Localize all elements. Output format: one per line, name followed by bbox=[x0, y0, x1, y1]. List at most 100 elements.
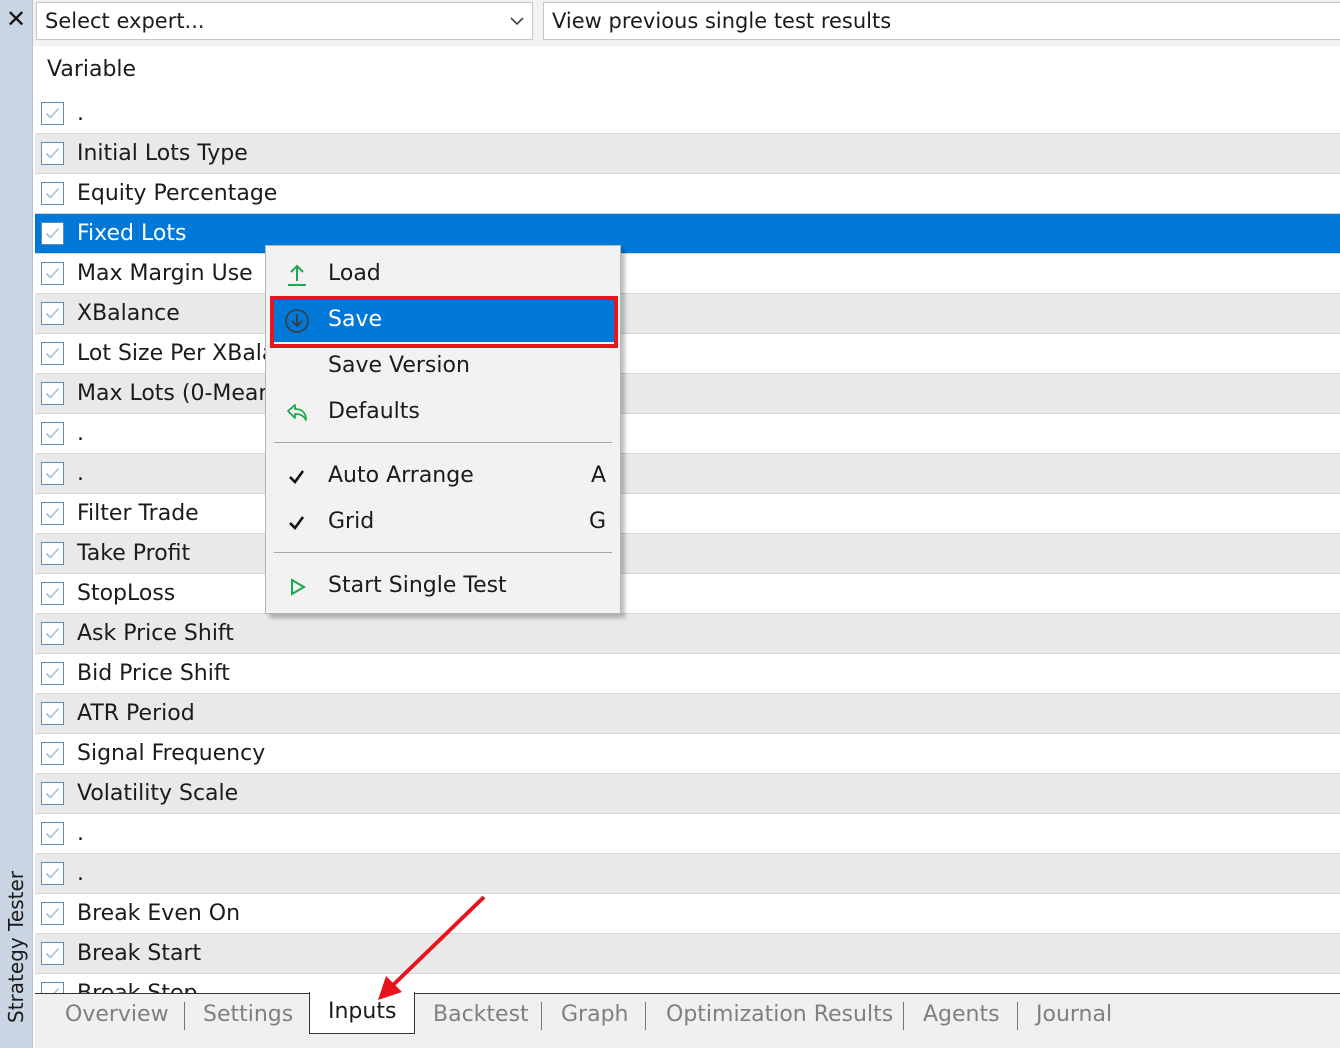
menu-item-grid[interactable]: Grid G bbox=[272, 500, 614, 544]
table-row[interactable]: StopLoss bbox=[35, 574, 1340, 614]
variable-name: . bbox=[77, 861, 84, 886]
tab-journal[interactable]: Journal bbox=[1036, 998, 1112, 1032]
row-checkbox[interactable] bbox=[41, 622, 64, 645]
menu-item-defaults[interactable]: Defaults bbox=[272, 390, 614, 434]
view-previous-label: View previous single test results bbox=[552, 9, 892, 33]
variable-name: XBalance bbox=[77, 301, 180, 326]
row-checkbox[interactable] bbox=[41, 102, 64, 125]
table-row[interactable]: . bbox=[35, 854, 1340, 894]
checkmark-icon bbox=[289, 516, 305, 530]
close-icon[interactable]: ✕ bbox=[3, 6, 29, 32]
row-checkbox[interactable] bbox=[41, 782, 64, 805]
row-checkbox[interactable] bbox=[41, 662, 64, 685]
checkmark-icon bbox=[289, 470, 305, 484]
checkmark-icon bbox=[45, 747, 60, 759]
row-checkbox[interactable] bbox=[41, 702, 64, 725]
panel-title: Strategy Tester bbox=[2, 862, 30, 1032]
expert-select[interactable]: Select expert... bbox=[36, 2, 533, 40]
tab-overview[interactable]: Overview bbox=[65, 998, 169, 1032]
chevron-down-icon bbox=[510, 17, 524, 26]
tab-separator bbox=[541, 1002, 542, 1030]
inputs-grid: Variable . Initial Lots Type Equity Percen… bbox=[35, 46, 1340, 998]
row-checkbox[interactable] bbox=[41, 182, 64, 205]
table-row[interactable]: Max Lots (0-Means bbox=[35, 374, 1340, 414]
table-row[interactable]: ATR Period bbox=[35, 694, 1340, 734]
variable-name: Fixed Lots bbox=[77, 221, 187, 246]
checkmark-icon bbox=[45, 507, 60, 519]
table-row[interactable]: Max Margin Use bbox=[35, 254, 1340, 294]
table-row[interactable]: Break Start bbox=[35, 934, 1340, 974]
table-row[interactable]: Take Profit bbox=[35, 534, 1340, 574]
table-row[interactable]: . bbox=[35, 94, 1340, 134]
checkmark-icon bbox=[45, 467, 60, 479]
variable-name: Ask Price Shift bbox=[77, 621, 234, 646]
row-checkbox[interactable] bbox=[41, 462, 64, 485]
table-row[interactable]: XBalance bbox=[35, 294, 1340, 334]
variable-name: . bbox=[77, 101, 84, 126]
row-checkbox[interactable] bbox=[41, 382, 64, 405]
row-checkbox[interactable] bbox=[41, 582, 64, 605]
menu-item-load[interactable]: Load bbox=[272, 252, 614, 296]
table-row[interactable]: . bbox=[35, 814, 1340, 854]
row-checkbox[interactable] bbox=[41, 902, 64, 925]
table-row[interactable]: . bbox=[35, 414, 1340, 454]
variable-name: ATR Period bbox=[77, 701, 195, 726]
tab-settings[interactable]: Settings bbox=[203, 998, 293, 1032]
variable-name: Signal Frequency bbox=[77, 741, 266, 766]
checkmark-icon bbox=[45, 947, 60, 959]
row-checkbox[interactable] bbox=[41, 142, 64, 165]
checkmark-icon bbox=[45, 187, 60, 199]
menu-item-save-version[interactable]: Save Version bbox=[272, 344, 614, 388]
tab-agents[interactable]: Agents bbox=[923, 998, 1000, 1032]
checkmark-icon bbox=[45, 147, 60, 159]
row-checkbox[interactable] bbox=[41, 942, 64, 965]
row-checkbox[interactable] bbox=[41, 422, 64, 445]
row-checkbox[interactable] bbox=[41, 862, 64, 885]
checkmark-icon bbox=[45, 227, 60, 239]
table-row[interactable]: Equity Percentage bbox=[35, 174, 1340, 214]
table-row[interactable]: Bid Price Shift bbox=[35, 654, 1340, 694]
checkmark-icon bbox=[45, 267, 60, 279]
checkmark-icon bbox=[45, 587, 60, 599]
column-header-variable[interactable]: Variable bbox=[35, 46, 1340, 94]
menu-item-label: Load bbox=[328, 261, 381, 286]
row-checkbox[interactable] bbox=[41, 262, 64, 285]
upload-icon bbox=[288, 264, 306, 286]
menu-item-auto-arrange[interactable]: Auto Arrange A bbox=[272, 454, 614, 498]
row-checkbox[interactable] bbox=[41, 742, 64, 765]
row-checkbox[interactable] bbox=[41, 222, 64, 245]
variable-name: . bbox=[77, 461, 84, 486]
table-row[interactable]: Volatility Scale bbox=[35, 774, 1340, 814]
variable-name: Filter Trade bbox=[77, 501, 199, 526]
row-checkbox[interactable] bbox=[41, 342, 64, 365]
menu-item-start-single-test[interactable]: Start Single Test bbox=[272, 564, 614, 608]
checkmark-icon bbox=[45, 707, 60, 719]
variable-name: Initial Lots Type bbox=[77, 141, 248, 166]
variable-name: Equity Percentage bbox=[77, 181, 278, 206]
table-row[interactable]: Ask Price Shift bbox=[35, 614, 1340, 654]
table-row[interactable]: . bbox=[35, 454, 1340, 494]
row-checkbox[interactable] bbox=[41, 502, 64, 525]
checkmark-icon bbox=[45, 827, 60, 839]
variable-name: . bbox=[77, 421, 84, 446]
table-row[interactable]: Break Even On bbox=[35, 894, 1340, 934]
table-row[interactable]: Lot Size Per XBalance bbox=[35, 334, 1340, 374]
variable-name: Max Lots (0-Means bbox=[77, 381, 284, 406]
row-checkbox[interactable] bbox=[41, 302, 64, 325]
row-checkbox[interactable] bbox=[41, 822, 64, 845]
side-panel: ✕ Strategy Tester bbox=[0, 0, 33, 1048]
table-row[interactable]: Signal Frequency bbox=[35, 734, 1340, 774]
annotation-highlight-box bbox=[270, 296, 618, 348]
row-checkbox[interactable] bbox=[41, 542, 64, 565]
checkmark-icon bbox=[45, 667, 60, 679]
menu-separator bbox=[274, 442, 612, 443]
variable-name: Max Margin Use bbox=[77, 261, 253, 286]
view-previous-results[interactable]: View previous single test results bbox=[543, 2, 1340, 40]
table-row[interactable]: Filter Trade bbox=[35, 494, 1340, 534]
tab-optimization-results[interactable]: Optimization Results bbox=[666, 998, 893, 1032]
table-row[interactable]: Initial Lots Type bbox=[35, 134, 1340, 174]
table-row[interactable]: Fixed Lots bbox=[35, 214, 1340, 254]
menu-item-label: Defaults bbox=[328, 399, 420, 424]
checkmark-icon bbox=[45, 907, 60, 919]
tab-graph[interactable]: Graph bbox=[561, 998, 628, 1032]
